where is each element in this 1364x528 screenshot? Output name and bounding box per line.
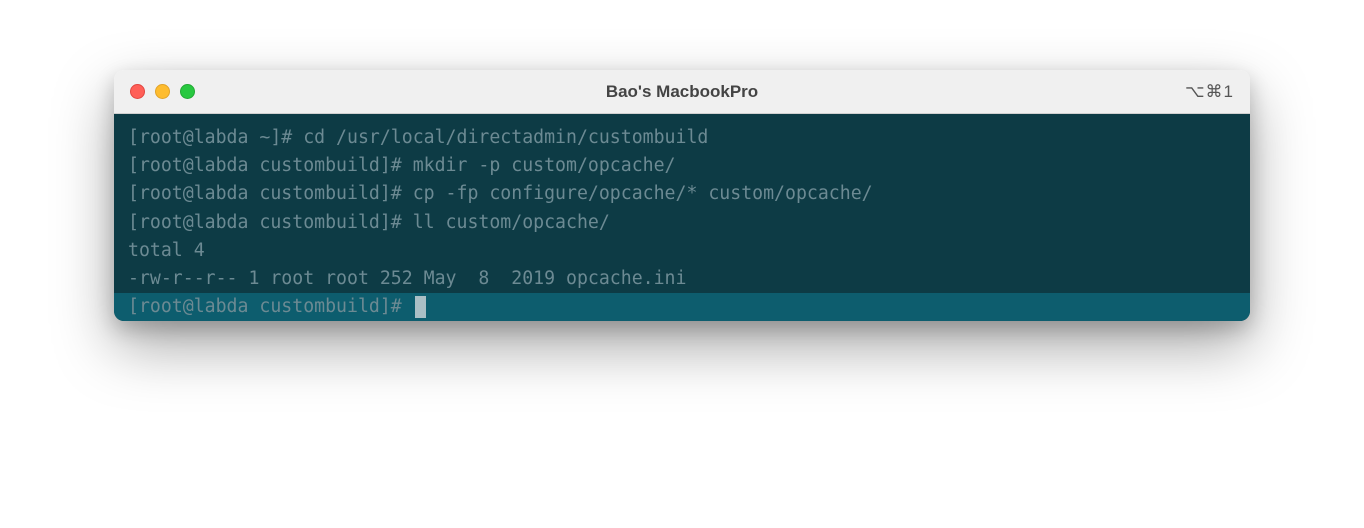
window-title: Bao's MacbookPro xyxy=(606,82,758,102)
prompt: [root@labda custombuild]# xyxy=(128,155,402,176)
prompt: [root@labda ~]# xyxy=(128,127,292,148)
terminal-current-line[interactable]: [root@labda custombuild]# xyxy=(114,293,1250,321)
terminal-output: total 4 xyxy=(114,237,1250,265)
terminal-line: [root@labda custombuild]# ll custom/opca… xyxy=(114,209,1250,237)
minimize-button[interactable] xyxy=(155,84,170,99)
titlebar: Bao's MacbookPro ⌥⌘1 xyxy=(114,70,1250,114)
terminal-body[interactable]: [root@labda ~]# cd /usr/local/directadmi… xyxy=(114,114,1250,321)
prompt: [root@labda custombuild]# xyxy=(128,212,402,233)
close-button[interactable] xyxy=(130,84,145,99)
command-text: ll custom/opcache/ xyxy=(402,212,610,233)
terminal-line: [root@labda custombuild]# cp -fp configu… xyxy=(114,180,1250,208)
prompt: [root@labda custombuild]# xyxy=(128,183,402,204)
terminal-window: Bao's MacbookPro ⌥⌘1 [root@labda ~]# cd … xyxy=(114,70,1250,321)
command-text: cp -fp configure/opcache/* custom/opcach… xyxy=(402,183,873,204)
command-text: mkdir -p custom/opcache/ xyxy=(402,155,676,176)
prompt: [root@labda custombuild]# xyxy=(128,293,413,321)
traffic-lights xyxy=(130,84,195,99)
terminal-line: [root@labda ~]# cd /usr/local/directadmi… xyxy=(114,124,1250,152)
terminal-output: -rw-r--r-- 1 root root 252 May 8 2019 op… xyxy=(114,265,1250,293)
maximize-button[interactable] xyxy=(180,84,195,99)
terminal-line: [root@labda custombuild]# mkdir -p custo… xyxy=(114,152,1250,180)
tab-shortcut: ⌥⌘1 xyxy=(1185,82,1234,102)
cursor xyxy=(415,296,426,318)
command-text: cd /usr/local/directadmin/custombuild xyxy=(292,127,708,148)
